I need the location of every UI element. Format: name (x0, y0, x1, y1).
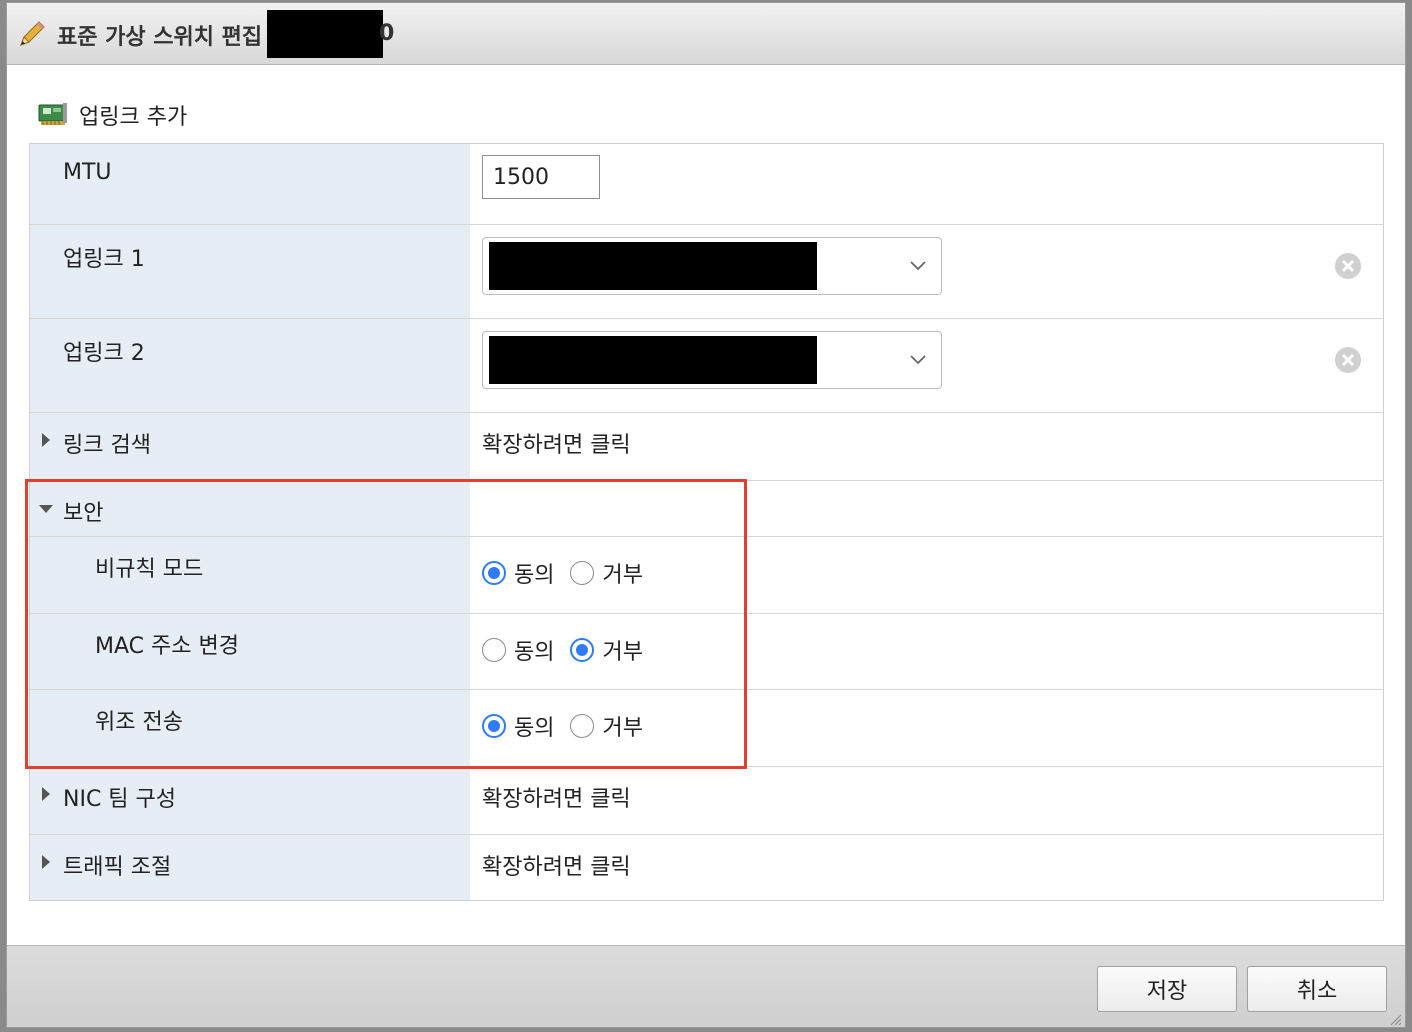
mtu-label: MTU (63, 160, 112, 185)
accept-label: 동의 (514, 563, 555, 588)
reject-label: 거부 (602, 640, 643, 665)
uplink1-select[interactable] (482, 237, 942, 295)
network-card-icon (38, 103, 67, 125)
pencil-icon (20, 21, 45, 46)
forged-transmit-accept-radio[interactable] (482, 714, 506, 738)
edit-vswitch-dialog: 표준 가상 스위치 편집 0 업링크 추가 MTU 업링크 1 (6, 2, 1406, 1028)
nic-teaming-label: NIC 팀 구성 (63, 787, 177, 812)
add-uplink-label: 업링크 추가 (79, 105, 188, 130)
accept-label: 동의 (514, 640, 555, 665)
mtu-row: MTU (30, 144, 1383, 225)
uplink2-select[interactable] (482, 331, 942, 389)
settings-grid: MTU 업링크 1 업링크 2 (29, 143, 1384, 901)
uplink2-label: 업링크 2 (63, 341, 145, 366)
resize-grip-icon[interactable] (1389, 1013, 1401, 1025)
redacted-switch-name (267, 10, 383, 58)
save-button[interactable]: 저장 (1097, 966, 1237, 1012)
forged-transmit-radio-group: 동의 거부 (482, 710, 659, 742)
mac-change-radio-group: 동의 거부 (482, 634, 659, 666)
collapse-caret-icon[interactable] (39, 505, 53, 513)
uplink1-row: 업링크 1 (30, 225, 1383, 319)
reject-label: 거부 (602, 563, 643, 588)
security-label: 보안 (63, 501, 104, 526)
mac-change-row: MAC 주소 변경 동의 거부 (30, 614, 1383, 690)
remove-uplink2-icon[interactable] (1333, 345, 1363, 375)
nic-teaming-row[interactable]: NIC 팀 구성 확장하려면 클릭 (30, 767, 1383, 835)
mtu-input[interactable] (482, 155, 600, 199)
mac-change-accept-radio[interactable] (482, 638, 506, 662)
forged-transmit-reject-radio[interactable] (570, 714, 595, 738)
expand-caret-icon[interactable] (42, 855, 50, 869)
reject-label: 거부 (602, 716, 643, 741)
redacted-uplink2-value (489, 336, 817, 384)
expand-caret-icon[interactable] (42, 787, 50, 801)
expand-caret-icon[interactable] (42, 433, 50, 447)
security-row[interactable]: 보안 (30, 481, 1383, 537)
promiscuous-reject-radio[interactable] (570, 561, 595, 585)
remove-uplink1-icon[interactable] (1333, 251, 1363, 281)
promiscuous-mode-radio-group: 동의 거부 (482, 557, 659, 589)
promiscuous-mode-label: 비규칙 모드 (95, 557, 204, 582)
uplink1-label: 업링크 1 (63, 247, 145, 272)
nic-teaming-expand-text[interactable]: 확장하려면 클릭 (482, 781, 631, 813)
dialog-titlebar: 표준 가상 스위치 편집 0 (7, 3, 1405, 65)
mac-change-label: MAC 주소 변경 (95, 634, 239, 659)
link-discovery-row[interactable]: 링크 검색 확장하려면 클릭 (30, 413, 1383, 481)
traffic-shaping-expand-text[interactable]: 확장하려면 클릭 (482, 849, 631, 881)
dialog-title: 표준 가상 스위치 편집 (57, 25, 263, 50)
redacted-uplink1-value (489, 242, 817, 290)
accept-label: 동의 (514, 716, 555, 741)
uplink2-row: 업링크 2 (30, 319, 1383, 413)
traffic-shaping-label: 트래픽 조절 (63, 855, 172, 880)
add-uplink-button[interactable]: 업링크 추가 (37, 95, 187, 135)
chevron-down-icon (910, 355, 926, 365)
dialog-title-suffix: 0 (379, 21, 395, 46)
link-discovery-label: 링크 검색 (63, 433, 151, 458)
cancel-button[interactable]: 취소 (1247, 966, 1387, 1012)
chevron-down-icon (910, 261, 926, 271)
forged-transmit-label: 위조 전송 (95, 710, 183, 735)
dialog-footer: 저장 취소 (7, 945, 1405, 1027)
link-discovery-expand-text[interactable]: 확장하려면 클릭 (482, 427, 631, 459)
traffic-shaping-row[interactable]: 트래픽 조절 확장하려면 클릭 (30, 835, 1383, 900)
forged-transmit-row: 위조 전송 동의 거부 (30, 690, 1383, 767)
promiscuous-accept-radio[interactable] (482, 561, 506, 585)
promiscuous-mode-row: 비규칙 모드 동의 거부 (30, 537, 1383, 614)
mac-change-reject-radio[interactable] (570, 638, 595, 662)
